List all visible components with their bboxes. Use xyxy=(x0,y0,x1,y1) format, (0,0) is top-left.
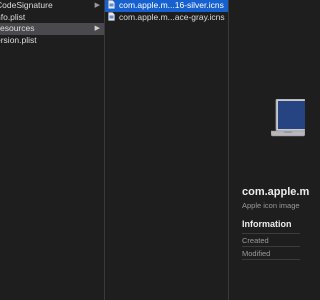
list-item-label: com.apple.m...ace-gray.icns xyxy=(119,11,225,22)
created-label: Created xyxy=(242,236,269,245)
list-item-label: ersion.plist xyxy=(0,34,37,45)
list-item-icns-space-gray[interactable]: com.apple.m...ace-gray.icns xyxy=(105,12,228,24)
chevron-right-icon: ▶ xyxy=(94,25,100,32)
list-item-info-plist[interactable]: nfo.plist xyxy=(0,12,104,24)
modified-label: Modified xyxy=(242,249,271,258)
icns-file-icon xyxy=(108,11,115,21)
list-item-version-plist[interactable]: ersion.plist xyxy=(0,35,104,47)
preview-pane: com.apple.m Apple icon image Information… xyxy=(230,0,309,300)
list-item-resources[interactable]: esources ▶ xyxy=(0,23,104,35)
list-item-label: CodeSignature xyxy=(0,0,53,10)
finder-column-parent: CodeSignature ▶ nfo.plist esources ▶ ers… xyxy=(0,0,105,300)
information-heading: Information xyxy=(242,219,292,229)
list-item-label: nfo.plist xyxy=(0,11,26,22)
macbook-laptop-icon xyxy=(271,99,305,137)
divider xyxy=(242,246,300,247)
preview-file-kind: Apple icon image xyxy=(242,201,300,210)
list-item-codesignature[interactable]: CodeSignature ▶ xyxy=(0,0,104,12)
list-item-label: com.apple.m...16-silver.icns xyxy=(119,0,224,10)
list-item-icns-silver[interactable]: com.apple.m...16-silver.icns xyxy=(105,0,228,12)
chevron-right-icon: ▶ xyxy=(94,2,100,9)
finder-column-resources: com.apple.m...16-silver.icns com.apple.m… xyxy=(105,0,229,300)
list-item-label: esources xyxy=(0,23,35,33)
preview-file-name: com.apple.m xyxy=(242,186,310,198)
icns-file-icon xyxy=(108,0,115,9)
divider xyxy=(242,259,300,260)
divider xyxy=(242,233,300,234)
